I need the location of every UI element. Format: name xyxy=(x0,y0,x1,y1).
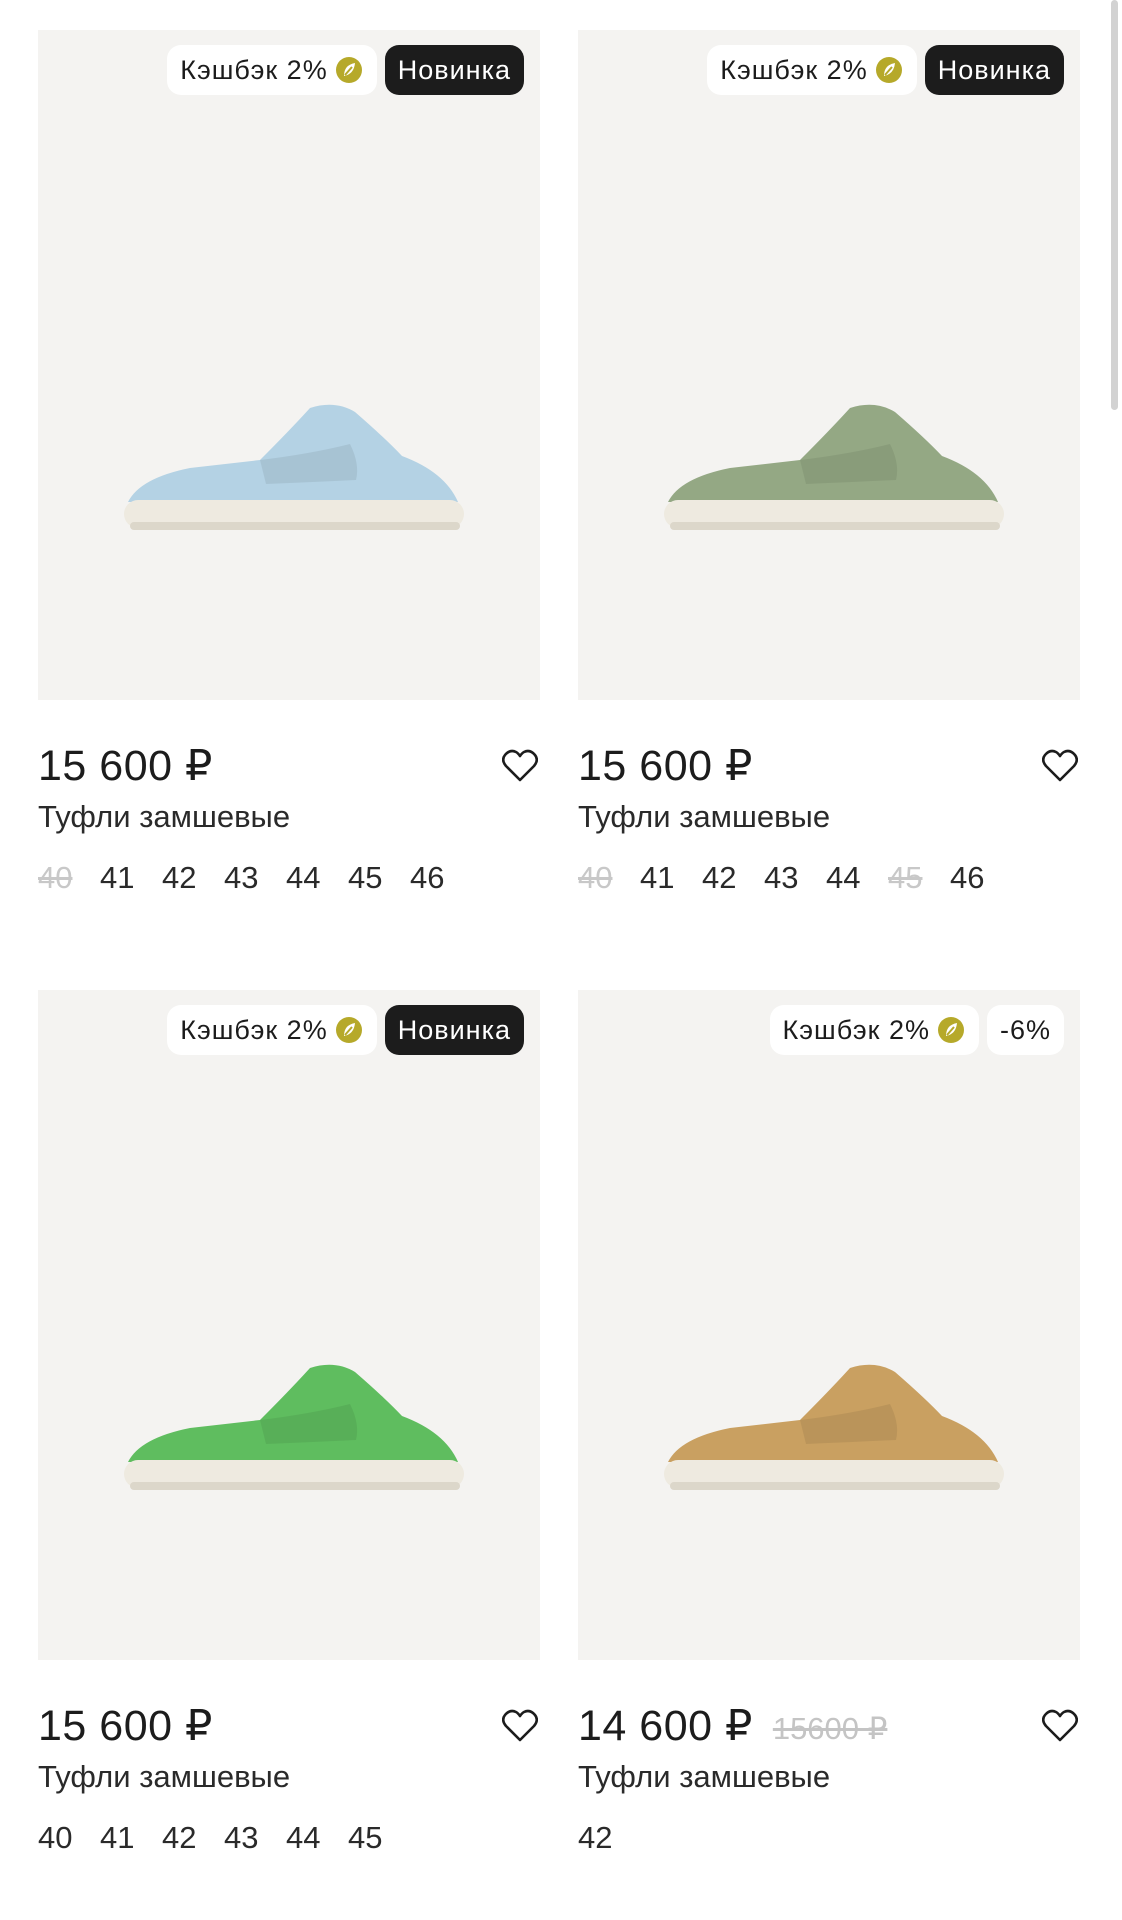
price: 15 600 ₽ xyxy=(38,1702,213,1750)
product-grid: Кэшбэк 2% Новинка 15 600 ₽ Туфли замшевы… xyxy=(0,0,1122,1920)
size-list: 40 41 42 43 44 45 xyxy=(38,1820,410,1856)
size-option[interactable]: 46 xyxy=(410,860,472,896)
size-option[interactable]: 42 xyxy=(578,1820,640,1856)
size-option[interactable]: 42 xyxy=(162,1820,224,1856)
product-card[interactable]: Кэшбэк 2% Новинка 15 600 ₽ Туфли замшевы… xyxy=(578,30,1080,930)
product-card[interactable]: Кэшбэк 2% Новинка 15 600 ₽ Туфли замшевы… xyxy=(38,990,540,1890)
heart-icon xyxy=(1042,749,1078,782)
size-option: 40 xyxy=(578,860,613,895)
product-info: 15 600 ₽ Туфли замшевые 40 41 42 43 44 45 xyxy=(38,1660,540,1890)
size-list: 40 41 42 43 44 45 46 xyxy=(38,860,472,896)
product-card[interactable]: Кэшбэк 2% Новинка 15 600 ₽ Туфли замшевы… xyxy=(38,30,540,930)
cashback-label: Кэшбэк 2% xyxy=(180,54,328,85)
badge-group: Кэшбэк 2% -6% xyxy=(769,1005,1064,1055)
discount-badge: -6% xyxy=(986,1005,1064,1055)
cashback-badge: Кэшбэк 2% xyxy=(167,45,377,95)
product-photo[interactable]: Кэшбэк 2% Новинка xyxy=(38,990,540,1660)
size-option[interactable]: 44 xyxy=(286,1820,348,1856)
coin-leaf-icon xyxy=(335,1017,362,1043)
size-option[interactable]: 45 xyxy=(348,860,410,896)
cashback-label: Кэшбэк 2% xyxy=(782,1014,930,1045)
size-option[interactable]: 41 xyxy=(100,860,162,896)
shoe-image xyxy=(124,1364,464,1490)
cashback-badge: Кэшбэк 2% xyxy=(769,1005,979,1055)
size-option[interactable]: 43 xyxy=(764,860,826,896)
size-option[interactable]: 43 xyxy=(224,860,286,896)
badge-group: Кэшбэк 2% Новинка xyxy=(707,45,1064,95)
cashback-badge: Кэшбэк 2% xyxy=(707,45,917,95)
badge-group: Кэшбэк 2% Новинка xyxy=(167,1005,524,1055)
cashback-label: Кэшбэк 2% xyxy=(720,54,868,85)
size-option[interactable]: 46 xyxy=(950,860,1012,896)
product-info: 15 600 ₽ Туфли замшевые 40 41 42 43 44 45 46 xyxy=(38,700,540,930)
size-option[interactable]: 42 xyxy=(702,860,764,896)
price: 15 600 ₽ xyxy=(578,742,753,790)
price: 14 600 ₽ xyxy=(578,1702,753,1750)
cashback-label: Кэшбэк 2% xyxy=(180,1014,328,1045)
size-option[interactable]: 45 xyxy=(348,1820,410,1856)
price-row: 14 600 ₽ 15600 ₽ xyxy=(578,1698,1080,1754)
favorite-button[interactable] xyxy=(1040,746,1080,786)
old-price: 15600 ₽ xyxy=(772,1711,888,1746)
size-list: 40 41 42 43 44 45 46 xyxy=(578,860,1012,896)
new-badge: Новинка xyxy=(384,45,524,95)
heart-icon xyxy=(1042,1709,1078,1742)
favorite-button[interactable] xyxy=(500,746,540,786)
product-name[interactable]: Туфли замшевые xyxy=(578,799,830,835)
product-name[interactable]: Туфли замшевые xyxy=(38,799,290,835)
size-option[interactable]: 42 xyxy=(162,860,224,896)
shoe-image xyxy=(124,404,464,530)
size-option[interactable]: 40 xyxy=(38,1820,100,1856)
size-list: 42 xyxy=(578,1820,640,1856)
size-option[interactable]: 41 xyxy=(640,860,702,896)
product-card[interactable]: Кэшбэк 2% -6% 14 600 ₽ 15600 ₽ Туфли зам xyxy=(578,990,1080,1890)
size-option[interactable]: 43 xyxy=(224,1820,286,1856)
product-photo[interactable]: Кэшбэк 2% Новинка xyxy=(578,30,1080,700)
shoe-image xyxy=(664,1364,1004,1490)
size-option[interactable]: 44 xyxy=(286,860,348,896)
product-name[interactable]: Туфли замшевые xyxy=(578,1759,830,1795)
heart-icon xyxy=(502,749,538,782)
badge-group: Кэшбэк 2% Новинка xyxy=(167,45,524,95)
favorite-button[interactable] xyxy=(1040,1706,1080,1746)
price-row: 15 600 ₽ xyxy=(38,738,540,794)
size-option[interactable]: 44 xyxy=(826,860,888,896)
coin-leaf-icon xyxy=(875,57,902,83)
coin-leaf-icon xyxy=(937,1017,964,1043)
size-option[interactable]: 41 xyxy=(100,1820,162,1856)
favorite-button[interactable] xyxy=(500,1706,540,1746)
size-option: 40 xyxy=(38,860,73,895)
cashback-badge: Кэшбэк 2% xyxy=(167,1005,377,1055)
new-badge: Новинка xyxy=(924,45,1064,95)
scrollbar[interactable] xyxy=(1111,0,1118,410)
price-row: 15 600 ₽ xyxy=(38,1698,540,1754)
price: 15 600 ₽ xyxy=(38,742,213,790)
price-row: 15 600 ₽ xyxy=(578,738,1080,794)
coin-leaf-icon xyxy=(335,57,362,83)
size-option: 45 xyxy=(888,860,923,895)
product-info: 15 600 ₽ Туфли замшевые 40 41 42 43 44 45 46 xyxy=(578,700,1080,930)
heart-icon xyxy=(502,1709,538,1742)
new-badge: Новинка xyxy=(384,1005,524,1055)
shoe-image xyxy=(664,404,1004,530)
product-name[interactable]: Туфли замшевые xyxy=(38,1759,290,1795)
product-photo[interactable]: Кэшбэк 2% -6% xyxy=(578,990,1080,1660)
product-photo[interactable]: Кэшбэк 2% Новинка xyxy=(38,30,540,700)
product-info: 14 600 ₽ 15600 ₽ Туфли замшевые 42 xyxy=(578,1660,1080,1890)
